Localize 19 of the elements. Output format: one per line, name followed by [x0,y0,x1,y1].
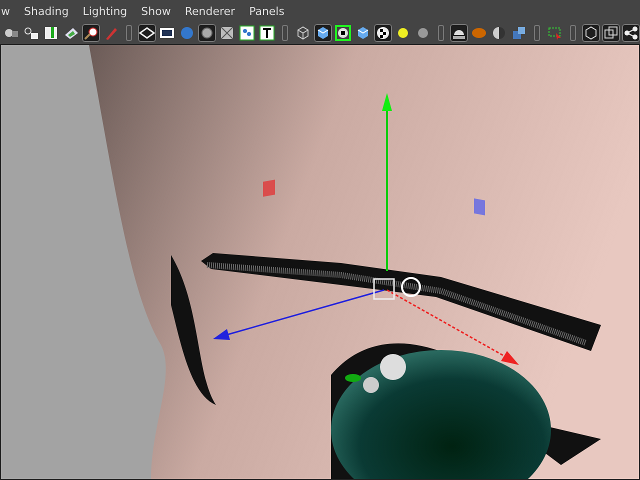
cubes-icon[interactable] [510,24,528,42]
dots-icon[interactable] [238,24,256,42]
split-sphere-icon[interactable] [490,24,508,42]
checker-icon[interactable] [374,24,392,42]
solid-cube-icon[interactable] [314,24,332,42]
menu-item[interactable]: Panels [249,4,284,18]
zoom-icon[interactable] [82,24,100,42]
menu-item[interactable]: w [1,4,10,18]
checker-cube-icon[interactable] [334,24,352,42]
grid-icon[interactable] [138,24,156,42]
text-icon[interactable] [258,24,276,42]
frame-icon[interactable] [582,24,600,42]
two-squares-icon[interactable] [602,24,620,42]
menu-item[interactable]: Show [141,4,171,18]
menu-item[interactable]: Lighting [82,4,128,18]
share-icon[interactable] [622,24,640,42]
menu-item[interactable]: Shading [24,4,69,18]
menu-item[interactable]: Renderer [184,4,236,18]
bookmark-icon[interactable] [42,24,60,42]
